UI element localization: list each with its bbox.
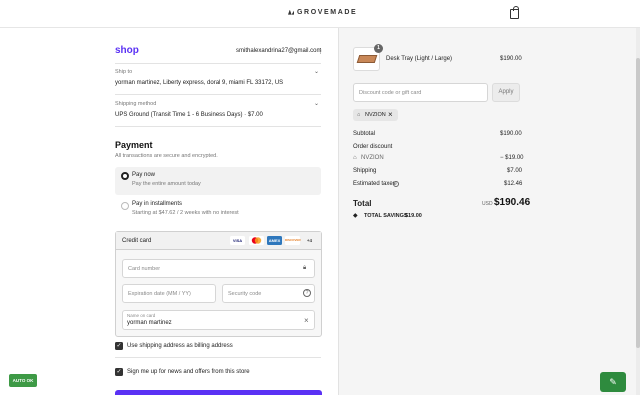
savings-label: TOTAL SAVINGS (364, 213, 408, 219)
discover-icon: DISCOVER (285, 236, 301, 245)
newsletter-checkbox-label[interactable]: Sign me up for news and offers from this… (127, 369, 250, 375)
shipping-label: Shipping (353, 168, 377, 174)
lock-icon: 🔒︎ (303, 265, 307, 271)
scrollbar[interactable] (636, 28, 640, 395)
scrollbar-thumb[interactable] (636, 58, 640, 348)
tag-icon: ⌂ (353, 155, 357, 161)
security-placeholder: Security code (228, 291, 262, 297)
divider (115, 63, 321, 64)
shipping-method-label: Shipping method (115, 101, 157, 107)
payment-subtitle: All transactions are secure and encrypte… (115, 153, 218, 159)
brand-name: GROVEMADE (297, 9, 358, 16)
pay-now-button[interactable] (115, 390, 322, 395)
ship-to-label: Ship to (115, 69, 133, 75)
brand-logo[interactable]: GROVEMADE (288, 9, 357, 16)
expiration-placeholder: Expiration date (MM / YY) (128, 291, 191, 297)
installments-title[interactable]: Pay in installments (132, 201, 182, 207)
credit-card-label: Credit card (122, 238, 152, 244)
product-price: $190.00 (500, 56, 522, 62)
more-options-icon[interactable]: ⋮ (317, 47, 324, 55)
shipping-method-value[interactable]: UPS Ground (Transit Time 1 - 6 Business … (115, 112, 263, 118)
applied-code: NVZION (365, 112, 386, 118)
name-on-card-label: Name on card (127, 313, 156, 318)
mastercard-icon (249, 236, 264, 245)
ship-to-value[interactable]: yorman martinez, Liberty express, doral … (115, 80, 283, 86)
discount-placeholder: Discount code or gift card (359, 90, 422, 96)
pay-now-title: Pay now (132, 172, 156, 178)
credit-card-header[interactable]: Credit card VISA AMEX DISCOVER +4 (116, 232, 321, 250)
shipping-value: $7.00 (507, 168, 523, 174)
discount-code-label: NVZION (361, 155, 384, 161)
billing-checkbox-label[interactable]: Use shipping address as billing address (127, 343, 233, 349)
visa-icon: VISA (230, 236, 245, 245)
tag-icon: ⌂ (357, 112, 361, 118)
payment-title: Payment (115, 140, 153, 150)
product-name: Desk Tray (Light / Large) (386, 56, 453, 62)
applied-discount-chip: ⌂ NVZION × (353, 109, 398, 121)
pay-now-radio[interactable] (121, 172, 129, 180)
taxes-label: Estimated taxes (353, 181, 396, 187)
chevron-down-icon[interactable]: ⌄ (314, 100, 319, 107)
edit-icon[interactable]: ✎ (600, 372, 626, 392)
card-number-field[interactable]: Card number 🔒︎ (122, 259, 315, 278)
more-cards-badge: +4 (306, 238, 313, 243)
installments-radio[interactable] (121, 202, 129, 210)
top-bar: GROVEMADE (0, 0, 640, 28)
divider (115, 94, 321, 95)
discount-value: − $19.00 (500, 155, 524, 161)
savings-value: $19.00 (405, 213, 422, 219)
savings-tag-icon: ◆ (353, 213, 358, 219)
total-value: $190.46 (494, 197, 531, 208)
auto-ok-button[interactable]: AUTO OK (9, 374, 37, 387)
remove-code-icon[interactable]: × (388, 110, 393, 119)
order-discount-label: Order discount (353, 144, 393, 150)
newsletter-checkbox[interactable]: ✓ (115, 368, 123, 376)
card-number-placeholder: Card number (128, 266, 161, 272)
help-icon[interactable]: ? (393, 181, 399, 187)
divider (115, 126, 321, 127)
divider (115, 357, 321, 358)
help-icon[interactable]: ? (303, 289, 311, 297)
shopping-bag-icon[interactable] (510, 6, 519, 19)
quantity-badge: 1 (374, 44, 383, 53)
name-on-card-field[interactable]: Name on card yorman martinez × (122, 310, 315, 330)
shop-pay-logo: shop (115, 45, 139, 56)
expiration-date-field[interactable]: Expiration date (MM / YY) (122, 284, 216, 303)
pay-now-sub: Pay the entire amount today (132, 181, 201, 187)
name-on-card-value: yorman martinez (127, 320, 172, 326)
installments-sub: Starting at $47.62 / 2 weeks with no int… (132, 210, 239, 216)
account-email: smithalexandrina27@gmail.com (236, 48, 322, 54)
desk-tray-image (356, 55, 378, 63)
taxes-value: $12.46 (504, 181, 523, 187)
discount-code-input[interactable]: Discount code or gift card (353, 83, 488, 102)
billing-checkbox[interactable]: ✓ (115, 342, 123, 350)
brand-mark-icon (288, 9, 294, 15)
credit-card-box: Credit card VISA AMEX DISCOVER +4 Card n… (115, 231, 322, 337)
clear-icon[interactable]: × (304, 316, 309, 325)
total-label: Total (353, 199, 372, 208)
currency-label: USD (482, 201, 493, 207)
apply-button[interactable]: Apply (492, 83, 520, 102)
subtotal-label: Subtotal (353, 131, 376, 137)
chevron-down-icon[interactable]: ⌄ (314, 68, 319, 75)
subtotal-value: $190.00 (500, 131, 522, 137)
security-code-field[interactable]: Security code ? (222, 284, 315, 303)
amex-icon: AMEX (267, 236, 282, 245)
